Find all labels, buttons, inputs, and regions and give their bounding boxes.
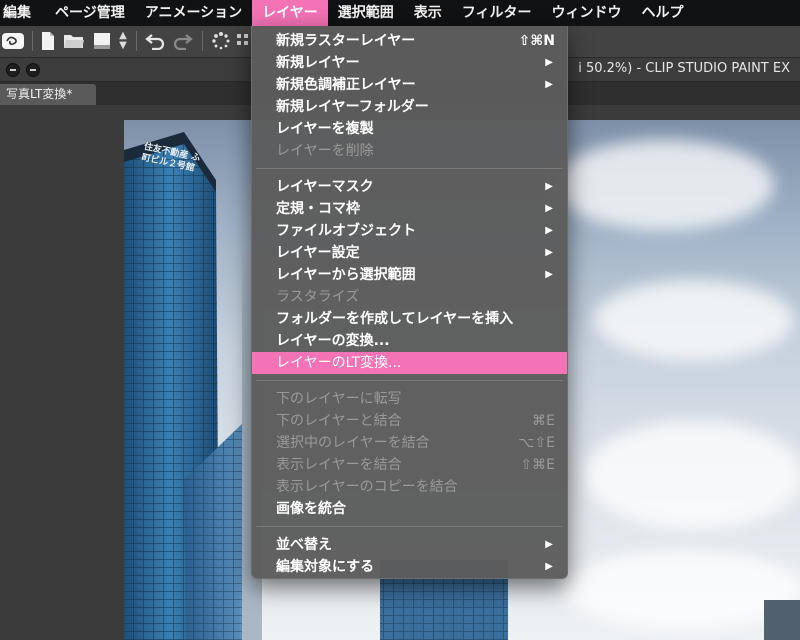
save-icon[interactable] <box>90 30 114 52</box>
menu-item-label: ラスタライズ <box>276 289 360 305</box>
menu-item-label: 並べ替え <box>276 537 332 553</box>
menu-item-label: 下のレイヤーに転写 <box>276 391 402 407</box>
menu-item-flatten-image[interactable]: 画像を統合 <box>252 498 567 520</box>
grid-icon[interactable] <box>236 30 250 52</box>
menu-item-merge-with-lower-layer: 下のレイヤーと結合 ⌘E <box>252 410 567 432</box>
menu-item-delete-layer: レイヤーを削除 <box>252 140 567 162</box>
redo-icon[interactable] <box>170 30 196 52</box>
menu-item-label: 定規・コマ枠 <box>276 201 360 217</box>
menu-page-management[interactable]: ページ管理 <box>45 0 135 26</box>
menu-item-label: 新規レイヤーフォルダー <box>276 99 429 115</box>
menu-item-shortcut: ⌘E <box>532 413 555 429</box>
menu-item-file-object[interactable]: ファイルオブジェクト ▶ <box>252 220 567 242</box>
document-tab[interactable]: 写真LT変換* <box>0 84 96 105</box>
menu-item-lt-conversion[interactable]: レイヤーのLT変換... <box>252 352 567 374</box>
minimize-icon[interactable] <box>6 63 20 77</box>
menu-item-new-layer[interactable]: 新規レイヤー ▶ <box>252 52 567 74</box>
toolbar-divider <box>32 31 33 51</box>
menu-item-merge-visible-layers: 表示レイヤーを結合 ⇧⌘E <box>252 454 567 476</box>
menu-item-convert-layer[interactable]: レイヤーの変換... <box>252 330 567 352</box>
menu-view[interactable]: 表示 <box>404 0 452 26</box>
menu-item-new-layer-folder[interactable]: 新規レイヤーフォルダー <box>252 96 567 118</box>
menu-item-label: 新規ラスターレイヤー <box>276 33 416 49</box>
menu-item-label: レイヤーから選択範囲 <box>276 267 416 283</box>
menu-item-label: レイヤー設定 <box>276 245 360 261</box>
open-folder-icon[interactable] <box>62 30 86 52</box>
menu-item-label: フォルダーを作成してレイヤーを挿入 <box>276 311 514 327</box>
menu-item-label: 新規レイヤー <box>276 55 360 71</box>
menu-item-label: 表示レイヤーのコピーを結合 <box>276 479 458 495</box>
toolbar-divider <box>202 31 203 51</box>
menu-item-label: レイヤーのLT変換... <box>276 355 402 371</box>
menu-item-create-folder-insert-layer[interactable]: フォルダーを作成してレイヤーを挿入 <box>252 308 567 330</box>
menu-item-new-raster-layer[interactable]: 新規ラスターレイヤー ⇧⌘N <box>252 30 567 52</box>
menu-layer[interactable]: レイヤー <box>252 0 328 26</box>
submenu-arrow-icon: ▶ <box>545 225 553 236</box>
menu-separator <box>256 380 563 381</box>
menu-item-new-correction-layer[interactable]: 新規色調補正レイヤー ▶ <box>252 74 567 96</box>
menu-item-layer-mask[interactable]: レイヤーマスク ▶ <box>252 176 567 198</box>
menu-item-label: レイヤーを複製 <box>276 121 374 137</box>
toolbar-divider <box>136 31 137 51</box>
menu-animation[interactable]: アニメーション <box>135 0 252 26</box>
submenu-arrow-icon: ▶ <box>545 269 553 280</box>
menu-item-shortcut: ⌥⇧E <box>518 435 555 451</box>
menu-separator <box>256 526 563 527</box>
clip-studio-icon[interactable] <box>0 30 26 52</box>
submenu-arrow-icon: ▶ <box>545 539 553 550</box>
menu-filter[interactable]: フィルター <box>452 0 542 26</box>
menu-separator <box>256 168 563 169</box>
menu-item-selection-from-layer[interactable]: レイヤーから選択範囲 ▶ <box>252 264 567 286</box>
submenu-arrow-icon: ▶ <box>545 57 553 68</box>
menu-selection[interactable]: 選択範囲 <box>328 0 404 26</box>
menu-item-label: 画像を統合 <box>276 501 346 517</box>
menu-item-label: 新規色調補正レイヤー <box>276 77 416 93</box>
submenu-arrow-icon: ▶ <box>545 181 553 192</box>
menu-edit[interactable]: 編集 <box>0 0 45 26</box>
menu-bar: 編集 ページ管理 アニメーション レイヤー 選択範囲 表示 フィルター ウィンド… <box>0 0 800 26</box>
menu-item-label: ファイルオブジェクト <box>276 223 416 239</box>
submenu-arrow-icon: ▶ <box>545 247 553 258</box>
submenu-arrow-icon: ▶ <box>545 561 553 572</box>
layer-menu-dropdown: 新規ラスターレイヤー ⇧⌘N 新規レイヤー ▶ 新規色調補正レイヤー ▶ 新規レ… <box>251 26 568 579</box>
new-file-icon[interactable] <box>38 30 58 52</box>
menu-help[interactable]: ヘルプ <box>632 0 694 26</box>
menu-item-shortcut: ⇧⌘N <box>518 33 555 49</box>
menu-item-label: レイヤーを削除 <box>276 143 374 159</box>
submenu-arrow-icon: ▶ <box>545 203 553 214</box>
menu-item-merge-visible-to-copy: 表示レイヤーのコピーを結合 <box>252 476 567 498</box>
menu-item-order[interactable]: 並べ替え ▶ <box>252 534 567 556</box>
undo-icon[interactable] <box>142 30 168 52</box>
menu-item-shortcut: ⇧⌘E <box>520 457 555 473</box>
submenu-arrow-icon: ▶ <box>545 79 553 90</box>
menu-item-rasterize: ラスタライズ <box>252 286 567 308</box>
menu-item-duplicate-layer[interactable]: レイヤーを複製 <box>252 118 567 140</box>
stepper-icon[interactable]: ▲ ▼ <box>116 30 130 52</box>
maximize-icon[interactable] <box>26 63 40 77</box>
menu-item-transfer-to-lower-layer: 下のレイヤーに転写 <box>252 388 567 410</box>
window-title: i 50.2%) - CLIP STUDIO PAINT EX <box>578 61 790 76</box>
loading-spinner-icon[interactable] <box>208 30 234 52</box>
menu-item-label: 選択中のレイヤーを結合 <box>276 435 430 451</box>
menu-item-label: 下のレイヤーと結合 <box>276 413 402 429</box>
menu-item-layer-settings[interactable]: レイヤー設定 ▶ <box>252 242 567 264</box>
menu-item-label: 編集対象にする <box>276 559 375 575</box>
menu-item-label: レイヤーマスク <box>276 179 374 195</box>
menu-item-ruler-frame[interactable]: 定規・コマ枠 ▶ <box>252 198 567 220</box>
menu-item-label: レイヤーの変換... <box>276 333 390 349</box>
menu-item-label: 表示レイヤーを結合 <box>276 457 402 473</box>
menu-item-set-as-edit-target[interactable]: 編集対象にする ▶ <box>252 556 567 578</box>
menu-window[interactable]: ウィンドウ <box>542 0 632 26</box>
menu-item-merge-selected-layers: 選択中のレイヤーを結合 ⌥⇧E <box>252 432 567 454</box>
